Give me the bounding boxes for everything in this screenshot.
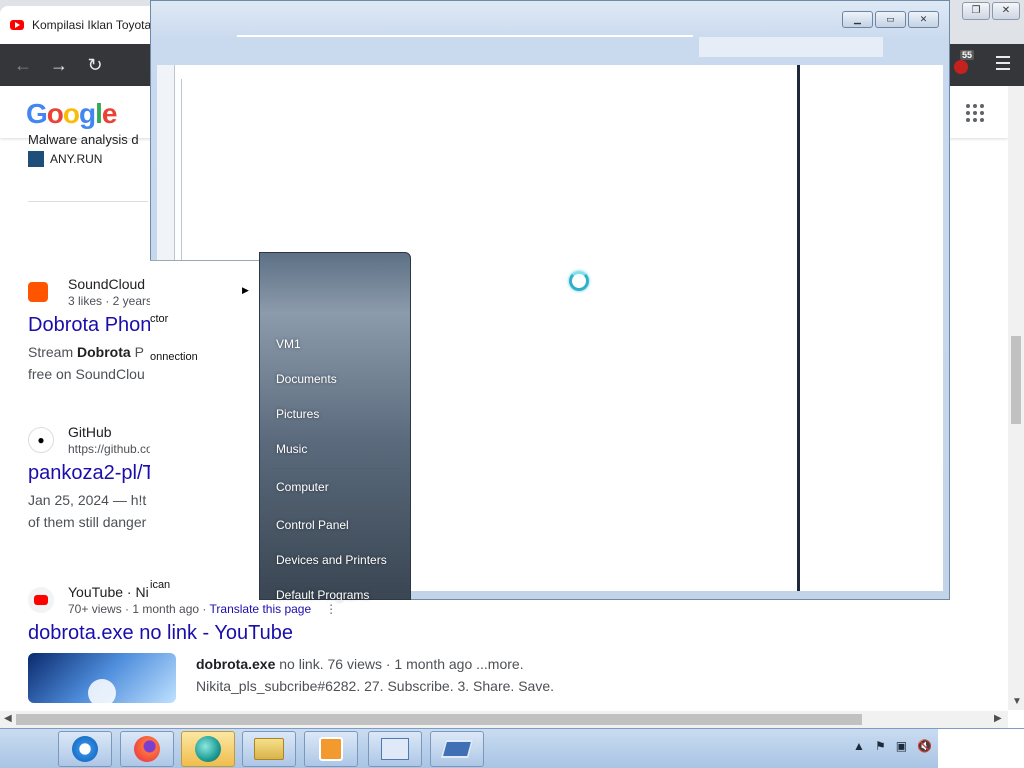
start-item-music[interactable]: Music [276,442,307,456]
program-item[interactable]: ctor [150,313,168,325]
scrollbar-thumb[interactable] [16,714,862,725]
result-snippet: Malware analysis d [28,132,139,147]
result-snippet: Jan 25, 2024 — h!t [28,492,147,508]
vertical-scrollbar[interactable]: ▼ [1008,86,1024,710]
program-item[interactable]: onnection [150,351,198,363]
result-anyrun: Malware analysis d ANY.RUN [28,132,148,202]
start-menu-places: VM1 Documents Pictures Music Computer Co… [259,252,411,602]
forward-button[interactable]: → [46,52,72,78]
explorer-icon [254,738,284,760]
browser-window-controls: ❐ ✕ [962,2,1020,20]
result-source[interactable]: SoundCloud [68,276,152,292]
address-bar[interactable] [237,35,693,37]
control-panel-icon [381,738,409,760]
extension-icon [954,60,968,74]
system-tray: ▲ ⚑ ▣ 🔇 [853,739,932,753]
action-center-flag-icon[interactable]: ⚑ [875,739,886,753]
horizontal-scrollbar[interactable]: ◀ ▶ [0,711,1008,728]
start-item-pictures[interactable]: Pictures [276,407,319,421]
soundcloud-icon [28,282,48,302]
youtube-icon [28,587,54,613]
result-snippet: of them still danger [28,514,147,530]
result-meta: 3 likes · 2 years [68,294,153,308]
result-snippet: free on SoundClou [28,366,145,382]
app-icon [195,736,221,762]
media-player-icon [319,737,343,761]
extension-button[interactable]: 55 [948,50,974,78]
start-menu: ▶ ctor onnection ican VM1 Documents Pict… [150,252,411,602]
taskbar-control-panel[interactable] [368,731,422,767]
more-options-icon[interactable]: ⋮ [325,602,337,616]
submenu-arrow-icon[interactable]: ▶ [242,285,249,296]
window-controls: ▁ ▭ ✕ [842,11,939,28]
clock-area[interactable] [938,729,1024,768]
browser-tab[interactable]: Kompilasi Iklan Toyota [0,6,160,44]
remote-icon [440,740,474,758]
google-logo[interactable]: Google [26,98,117,130]
taskbar-firefox[interactable] [120,731,174,767]
busy-cursor-icon [569,271,589,291]
reload-button[interactable]: ↻ [82,52,108,78]
taskbar-app[interactable] [181,731,235,767]
start-item-computer[interactable]: Computer [276,480,329,494]
result-soundcloud: SoundCloud 3 likes · 2 years Dobrota Pho… [28,276,152,385]
start-item-default-programs[interactable]: Default Programs [276,588,369,602]
github-icon: ● [28,427,54,453]
taskbar-ie[interactable] [58,731,112,767]
restore-button[interactable]: ❐ [962,2,990,20]
taskbar: ▲ ⚑ ▣ 🔇 [0,728,1024,768]
translate-link[interactable]: Translate this page [210,602,312,616]
maximize-button[interactable]: ▭ [875,11,906,28]
result-meta: https://github.co [68,442,153,456]
result-title[interactable]: dobrota.exe no link - YouTube [28,622,608,645]
video-thumbnail[interactable] [28,653,176,707]
apps-icon[interactable] [966,104,984,122]
result-title[interactable]: Dobrota Phon [28,314,152,337]
start-menu-programs: ▶ ctor onnection ican [150,260,259,600]
network-icon[interactable]: ▣ [896,739,907,753]
program-item[interactable]: ican [150,579,170,591]
back-button[interactable]: ← [10,52,36,78]
tab-title: Kompilasi Iklan Toyota [32,18,152,32]
extension-badge: 55 [959,50,974,60]
minimize-button[interactable]: ▁ [842,11,873,28]
menu-icon[interactable] [996,56,1010,72]
youtube-favicon-icon [10,20,24,30]
anyrun-icon [28,151,44,167]
start-item-vm1[interactable]: VM1 [276,337,301,351]
search-box[interactable] [699,37,883,57]
result-source[interactable]: GitHub [68,424,153,440]
divider [28,201,148,202]
result-source[interactable]: ANY.RUN [50,152,102,166]
pane-splitter[interactable] [797,65,800,591]
taskbar-remote[interactable] [430,731,484,767]
result-snippet: Nikita_pls_subcribe#6282. 27. Subscribe.… [196,678,554,694]
close-button[interactable]: ✕ [992,2,1020,20]
firefox-icon [134,736,160,762]
result-github: ● GitHub https://github.co pankoza2-pl/T… [28,424,155,533]
start-item-documents[interactable]: Documents [276,372,337,386]
scrollbar-thumb[interactable] [1011,336,1021,424]
close-button[interactable]: ✕ [908,11,939,28]
volume-muted-icon[interactable]: 🔇 [917,739,932,753]
play-icon [88,679,116,707]
taskbar-explorer[interactable] [242,731,296,767]
start-item-control-panel[interactable]: Control Panel [276,518,349,532]
show-hidden-icons-icon[interactable]: ▲ [853,739,865,753]
result-title[interactable]: pankoza2-pl/T [28,462,155,485]
separator [270,468,400,469]
separator [270,506,400,507]
start-item-devices-printers[interactable]: Devices and Printers [276,553,387,567]
internet-explorer-icon [72,736,98,762]
taskbar-media-player[interactable] [304,731,358,767]
